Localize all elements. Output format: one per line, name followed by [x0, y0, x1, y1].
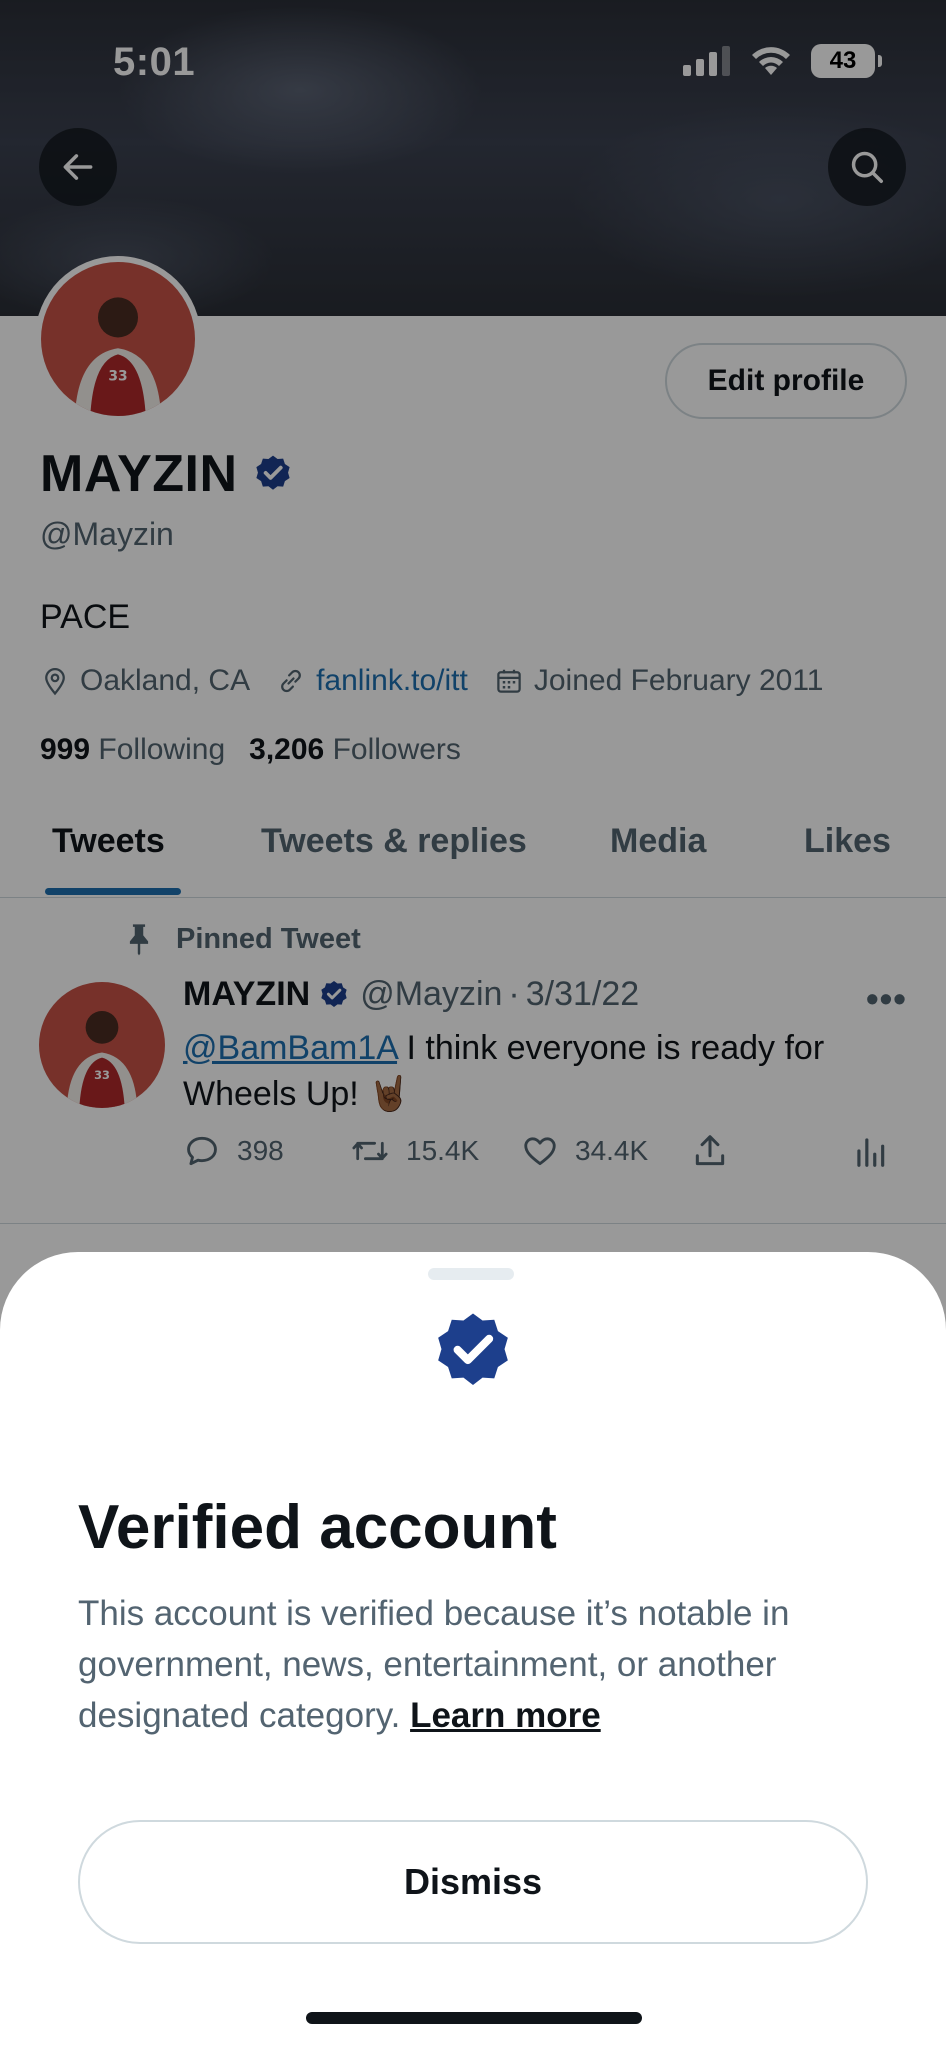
learn-more-link[interactable]: Learn more — [410, 1696, 601, 1735]
sheet-grabber[interactable] — [428, 1268, 514, 1280]
sheet-description: This account is verified because it’s no… — [78, 1588, 878, 1741]
verified-badge-icon — [438, 1313, 508, 1385]
dismiss-button[interactable]: Dismiss — [78, 1820, 868, 1944]
sheet-title: Verified account — [78, 1493, 557, 1562]
home-indicator — [306, 2012, 642, 2024]
verified-bottom-sheet: Verified account This account is verifie… — [0, 1252, 946, 2048]
